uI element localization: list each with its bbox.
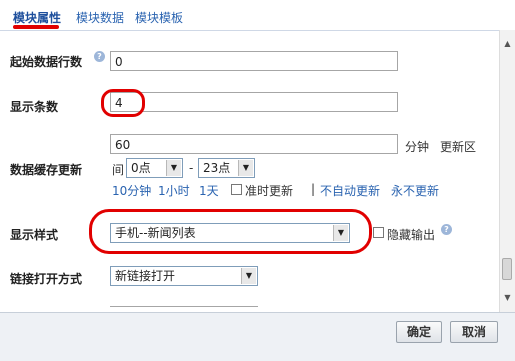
link-open-value: 新链接打开	[115, 269, 176, 283]
tab-module-properties[interactable]: 模块属性	[13, 9, 61, 26]
properties-panel: 起始数据行数 ? 0 显示条数 4 数据缓存更新 60 分钟 更新区 间 0点 …	[0, 30, 515, 313]
start-row-label: 起始数据行数	[10, 55, 83, 69]
from-hour-value: 0点	[131, 161, 151, 175]
tab-module-template[interactable]: 模块模板	[135, 9, 183, 26]
link-open-select[interactable]: 新链接打开 ▼	[110, 266, 258, 286]
tab-bar: 模块属性 模块数据 模块模板	[0, 0, 515, 30]
vertical-scrollbar[interactable]: ▲ ▼	[499, 30, 515, 312]
annotation-circle-style	[89, 209, 372, 254]
to-hour-value: 23点	[203, 161, 231, 175]
display-count-input[interactable]: 4	[110, 92, 398, 112]
triangle-down-icon: ▼	[166, 160, 181, 176]
annotation-circle-count	[101, 89, 145, 117]
tab-module-data[interactable]: 模块数据	[76, 9, 124, 26]
cache-minutes-input[interactable]: 60	[110, 134, 398, 154]
dialog-footer: 确定 取消	[0, 312, 515, 361]
from-hour-select[interactable]: 0点 ▼	[126, 158, 183, 178]
start-row-input[interactable]: 0	[110, 51, 398, 71]
cancel-button[interactable]: 取消	[450, 321, 498, 343]
quick-10min-link[interactable]: 10分钟	[112, 182, 151, 199]
scroll-up-icon[interactable]: ▲	[502, 38, 513, 49]
no-auto-update-link[interactable]: 不自动更新	[320, 182, 380, 199]
ontime-update-checkbox[interactable]	[231, 184, 242, 195]
quick-1day-link[interactable]: 1天	[199, 182, 219, 199]
hide-output-checkbox[interactable]	[373, 227, 384, 238]
hide-output-label: 隐藏输出	[387, 228, 436, 242]
link-open-label: 链接打开方式	[10, 272, 83, 286]
update-area-link[interactable]: 更新区	[440, 138, 476, 155]
scroll-down-icon[interactable]: ▼	[502, 292, 513, 303]
minutes-unit: 分钟	[405, 140, 430, 154]
display-count-label: 显示条数	[10, 100, 59, 114]
display-style-label: 显示样式	[10, 228, 59, 242]
question-mark-icon[interactable]: ?	[441, 224, 452, 235]
ok-button[interactable]: 确定	[396, 321, 442, 343]
triangle-down-icon: ▼	[241, 268, 256, 284]
to-hour-select[interactable]: 23点 ▼	[198, 158, 255, 178]
question-mark-icon[interactable]: ?	[94, 51, 105, 62]
interval-label: 间	[112, 163, 125, 177]
annotation-underline	[13, 25, 59, 29]
hour-range-dash: -	[189, 161, 194, 175]
ontime-update-label: 准时更新	[245, 184, 294, 198]
never-update-link[interactable]: 永不更新	[391, 182, 439, 199]
quick-1hour-link[interactable]: 1小时	[158, 182, 190, 199]
link-separator: |	[311, 182, 316, 196]
triangle-down-icon: ▼	[238, 160, 253, 176]
cache-update-label: 数据缓存更新	[10, 163, 83, 177]
scroll-thumb[interactable]	[502, 258, 512, 280]
